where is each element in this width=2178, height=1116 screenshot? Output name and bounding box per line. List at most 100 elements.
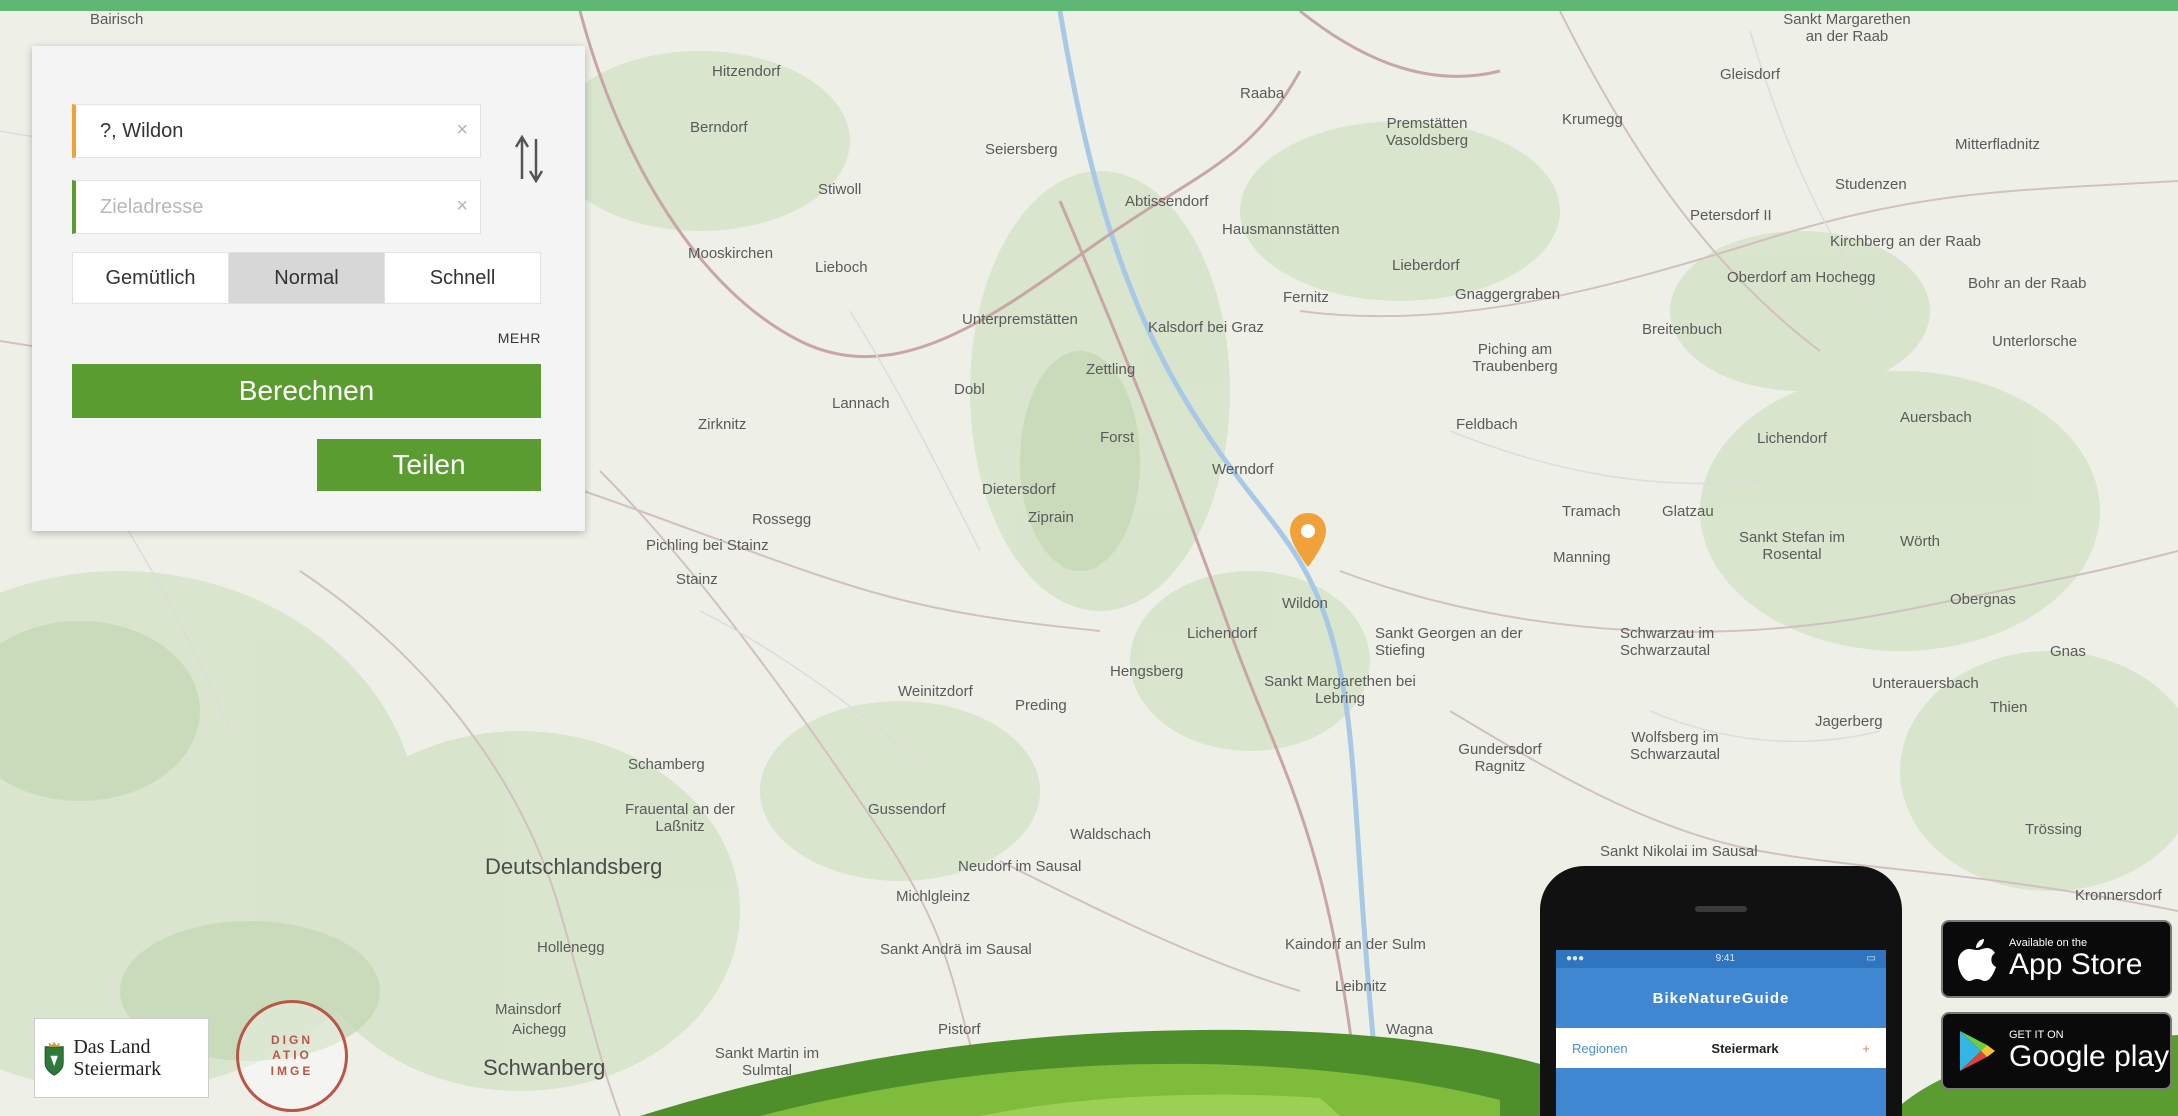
map-place-label: Manning [1553,549,1611,566]
start-field-value: ?, Wildon [100,119,184,142]
app-tab-bar: Regionen Steiermark + [1556,1028,1886,1068]
map-place-label: Michlgleinz [896,888,971,905]
phone-speaker [1695,906,1747,912]
calculate-button[interactable]: Berechnen [72,364,541,418]
map-place-label: Obergnas [1950,591,2016,608]
app-plus-icon: + [1862,1040,1870,1056]
map-place-label: Kalsdorf bei Graz [1148,319,1264,336]
start-field[interactable]: ?, Wildon × [72,104,481,158]
map-place-label: Mitterfladnitz [1955,136,2041,153]
map-place-label: Waldschach [1070,826,1152,843]
map-place-label: Sankt Nikolai im Sausal [1600,843,1758,860]
share-button[interactable]: Teilen [317,439,541,491]
map-place-label: Zirknitz [698,416,747,433]
map-place-label: Gnas [2050,643,2086,660]
clear-destination-icon[interactable]: × [456,195,468,218]
map-place-label: Rossegg [752,511,812,528]
map-place-label: Raaba [1240,85,1285,102]
land-steiermark-logo[interactable]: Das Land Steiermark [34,1018,209,1098]
map-place-label: Dobl [954,381,985,398]
coat-of-arms-icon [44,1041,64,1076]
map-place-label: Pistorf [938,1021,981,1038]
map-place-label: Kronnersdorf [2075,887,2162,904]
map-place-label: Thien [1990,699,2028,716]
stamp-logo[interactable]: DIGN ATIO IMGE [236,1000,348,1112]
map-place-label: Schamberg [628,756,705,773]
map-place-label: Fernitz [1283,289,1329,306]
map-place-label: Preding [1015,697,1067,714]
map-place-label: Schwarzau im Schwarzautal [1620,625,1715,659]
google-play-icon [1960,1031,1995,1071]
map-place-label: Seiersberg [985,141,1058,158]
top-accent-bar [0,0,2178,11]
map-place-label: Sankt Margarethen bei Lebring [1264,673,1416,707]
google-play-badge[interactable]: GET IT ON Google play [1941,1012,2172,1090]
phone-screen: ●●● 9:41 ▭ BikeNatureGuide Regionen Steier… [1556,950,1886,1116]
map-place-label: Aichegg [512,1021,567,1038]
map-place-label: Weinitzdorf [898,683,973,700]
map-place-label: Jagerberg [1815,713,1883,730]
app-title: BikeNatureGuide [1652,989,1790,1007]
phone-status-bar: ●●● 9:41 ▭ [1556,950,1886,968]
map-place-label: Frauental an der Laßnitz [624,801,736,835]
map-place-label: Kirchberg an der Raab [1830,233,1981,250]
map-place-label: Sankt Martin im Sulmtal [714,1045,820,1079]
map-place-label: Petersdorf II [1690,207,1772,224]
map-place-label: Stiwoll [818,181,862,198]
destination-placeholder: Zieladresse [100,195,204,218]
map-place-label: Lieboch [815,259,868,276]
clear-start-icon[interactable]: × [456,119,468,142]
map-place-label: Sankt Georgen an der Stiefing [1375,625,1523,659]
apple-logo-icon [1958,939,1996,981]
map-place-label: Hitzendorf [712,63,781,80]
map-place-label: Lannach [832,395,890,412]
app-tab-center: Steiermark [1711,1040,1779,1056]
route-planner-panel: ?, Wildon × Zieladresse × Gemütlich Norm… [32,46,585,531]
map-place-label: Tramach [1562,503,1621,520]
stamp-line: ATIO [272,1048,312,1063]
map-place-label: Hengsberg [1110,663,1184,680]
mode-schnell[interactable]: Schnell [385,253,540,303]
land-steiermark-text: Das Land Steiermark [73,1036,162,1080]
map-place-label: Neudorf im Sausal [958,858,1082,875]
map-place-label: Feldbach [1456,416,1518,433]
map-place-label: Kaindorf an der Sulm [1285,936,1426,953]
map-place-label: Krumegg [1562,111,1623,128]
map-place-label: Glatzau [1662,503,1714,520]
app-tab-left: Regionen [1572,1040,1628,1056]
map-place-label: Gundersdorf Ragnitz [1458,741,1542,775]
map-place-label: Gnaggergraben [1455,286,1561,303]
map-place-label: Gussendorf [868,801,946,818]
map-place-label: Wolfsberg im Schwarzautal [1629,729,1721,763]
map-place-label: Trössing [2025,821,2082,838]
destination-field[interactable]: Zieladresse × [72,180,481,234]
app-store-badge[interactable]: Available on the App Store [1941,920,2172,998]
mode-gemuetlich[interactable]: Gemütlich [73,253,229,303]
speed-mode-selector: Gemütlich Normal Schnell [72,252,541,304]
location-pin-icon[interactable] [1288,511,1328,571]
map-place-label: Forst [1100,429,1135,446]
map-place-label: Werndorf [1212,461,1274,478]
swap-arrows-icon[interactable] [508,124,552,194]
map-place-label: Pichling bei Stainz [646,537,769,554]
map-place-label: Premstätten Vasoldsberg [1385,115,1469,149]
map-place-label: Mainsdorf [495,1001,561,1018]
map-place-label: Bairisch [90,11,144,28]
map-place-label: Studenzen [1835,176,1907,193]
map-place-label: Lichendorf [1757,430,1828,447]
map-place-label: Lichendorf [1187,625,1258,642]
mode-normal[interactable]: Normal [229,253,385,303]
stamp-line: DIGN [271,1032,313,1047]
map-place-label: Lieberdorf [1392,257,1460,274]
map-place-label: Wildon [1282,595,1328,612]
map-place-label: Bohr an der Raab [1968,275,2087,292]
map-place-label: Abtissendorf [1125,193,1209,210]
map-place-label: Berndorf [690,119,748,136]
map-place-label: Mooskirchen [688,245,774,262]
map-place-label: Unterauersbach [1872,675,1979,692]
map-place-label: Sankt Stefan im Rosental [1739,529,1845,563]
map-place-label: Hollenegg [537,939,605,956]
map-place-label: Wörth [1900,533,1941,550]
more-options-link[interactable]: MEHR [498,330,541,346]
stamp-line: IMGE [270,1063,314,1078]
